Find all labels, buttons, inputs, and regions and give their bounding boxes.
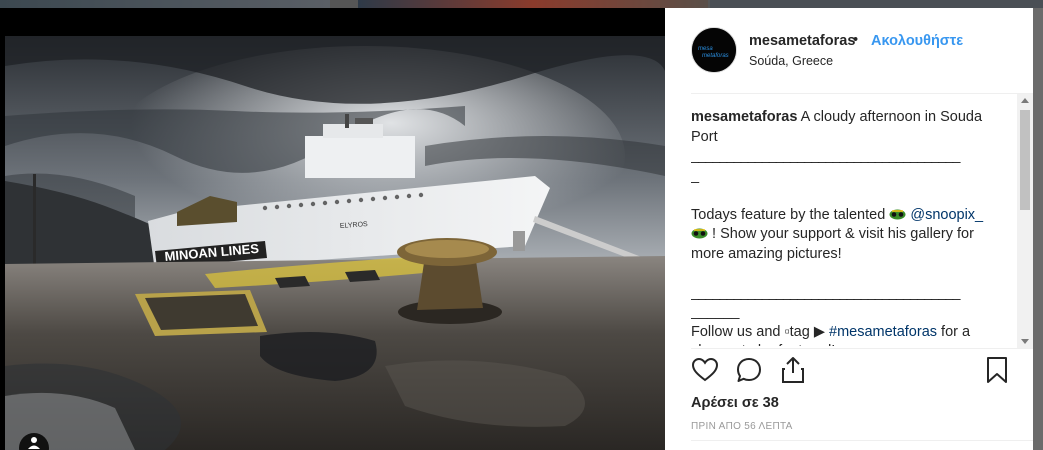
divider — [691, 93, 1035, 94]
caption-scrollbar[interactable] — [1017, 94, 1033, 348]
post-photo-container: MINOAN LINES ELYROS — [0, 8, 665, 450]
avatar[interactable]: mesa metaforas — [691, 27, 737, 73]
divider — [691, 440, 1035, 441]
mention-link[interactable]: @snoopix_ — [910, 207, 983, 223]
divider — [691, 348, 1035, 349]
feed-thumbnail — [0, 0, 330, 8]
post-actions — [691, 356, 1011, 386]
brand-logo: mesa metaforas — [692, 28, 736, 72]
comment-icon — [737, 358, 761, 382]
caption-rule: ______________________________________ — [691, 284, 960, 301]
feed-thumbnail — [358, 0, 708, 8]
bookmark-icon — [987, 357, 1007, 383]
scrollbar-thumb[interactable] — [1020, 110, 1030, 210]
caption-feature-text: ! Show your support & visit his gallery … — [691, 226, 974, 262]
post-photo[interactable]: MINOAN LINES ELYROS — [5, 36, 665, 450]
scroll-up-icon[interactable] — [1021, 98, 1029, 103]
post-location[interactable]: Soúda, Greece — [749, 54, 833, 68]
caption-rule-tail: ______ — [691, 304, 740, 320]
hashtag-link[interactable]: #mesametaforas — [829, 324, 937, 340]
follow-button[interactable]: Ακολουθήστε — [871, 33, 963, 49]
like-button[interactable] — [691, 356, 719, 384]
share-icon — [782, 357, 804, 383]
caption-area: mesametaforas A cloudy afternoon in Soud… — [691, 108, 996, 346]
post-timestamp: ΠΡΙΝ ΑΠΟ 56 ΛΕΠΤΑ — [691, 421, 793, 432]
separator-dot: • — [853, 32, 859, 48]
caption-feature-text: Todays feature by the talented — [691, 206, 886, 223]
mask-emoji-icon — [889, 209, 906, 219]
mask-emoji-icon — [691, 228, 708, 239]
caption-rule-tail: _ — [691, 167, 700, 184]
user-icon — [28, 437, 40, 449]
caption-username[interactable]: mesametaforas — [691, 109, 797, 125]
share-button[interactable] — [779, 356, 807, 384]
svg-text:metaforas: metaforas — [702, 53, 729, 59]
comment-button[interactable] — [735, 356, 763, 384]
heart-icon — [691, 357, 719, 382]
svg-text:mesa: mesa — [698, 46, 713, 52]
feed-thumbnail — [710, 0, 1043, 8]
post-username[interactable]: mesametaforas — [749, 33, 855, 49]
post-header: mesa metaforas mesametaforas • Ακολουθήσ… — [665, 8, 1033, 94]
backdrop-edge — [1033, 8, 1043, 450]
scroll-down-icon[interactable] — [1021, 339, 1029, 344]
caption-follow-text: Follow us and ▫tag ▶ — [691, 323, 825, 340]
post-details-panel: mesa metaforas mesametaforas • Ακολουθήσ… — [665, 8, 1035, 450]
caption-rule: ______________________________________ — [691, 148, 960, 164]
save-button[interactable] — [983, 356, 1011, 384]
likes-count[interactable]: Αρέσει σε 38 — [691, 395, 779, 411]
